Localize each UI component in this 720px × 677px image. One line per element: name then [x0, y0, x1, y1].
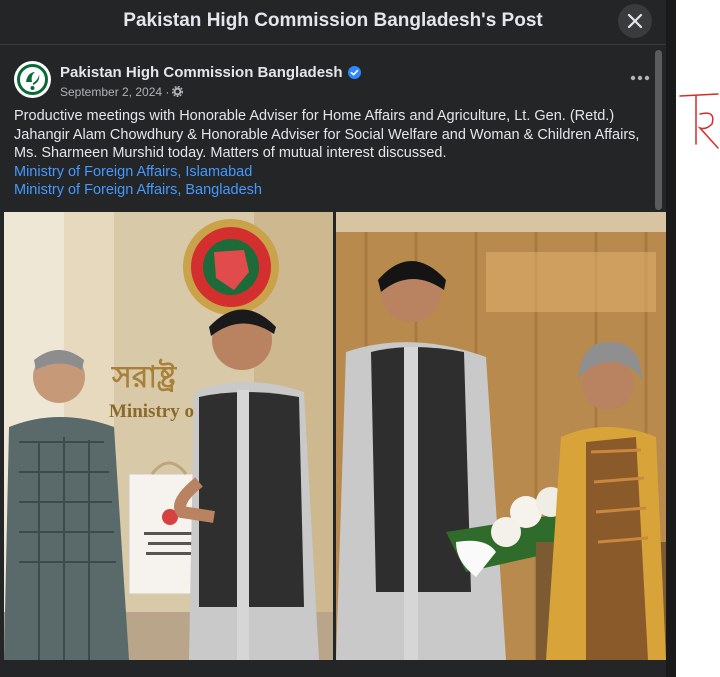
page-name[interactable]: Pakistan High Commission Bangladesh: [60, 64, 361, 81]
more-dots-icon: [630, 75, 650, 81]
post-date-text[interactable]: September 2, 2024 ·: [60, 85, 169, 99]
page-name-text[interactable]: Pakistan High Commission Bangladesh: [60, 64, 343, 81]
post-body-text: Productive meetings with Honorable Advis…: [14, 108, 640, 161]
post-header: Pakistan High Commission Bangladesh Sept…: [14, 58, 654, 102]
link-mofa-islamabad[interactable]: Ministry of Foreign Affairs, Islamabad: [14, 163, 660, 182]
post-modal: Pakistan High Commission Bangladesh's Po…: [0, 0, 666, 677]
settings-icon: [172, 86, 184, 97]
svg-text:সরাষ্ট্র: সরাষ্ট্র: [111, 358, 178, 395]
photo-2-illustration: [336, 212, 666, 660]
link-mofa-bangladesh[interactable]: Ministry of Foreign Affairs, Bangladesh: [14, 181, 660, 200]
close-icon: [627, 13, 643, 29]
more-options-button[interactable]: [628, 70, 652, 90]
wall-sign-text: Ministry of: [109, 401, 201, 422]
window-edge: [666, 0, 676, 677]
post-photo-1[interactable]: সরাষ্ট্র Ministry of: [4, 212, 333, 660]
modal-bottom: [0, 660, 666, 677]
photo-1-illustration: সরাষ্ট্র Ministry of: [4, 212, 333, 660]
modal-title: Pakistan High Commission Bangladesh's Po…: [123, 10, 543, 31]
handwritten-annotation-mark: [679, 93, 719, 149]
page-avatar[interactable]: [14, 61, 51, 98]
modal-header: Pakistan High Commission Bangladesh's Po…: [0, 0, 666, 45]
close-button[interactable]: [618, 4, 652, 38]
emblem-icon: [14, 61, 51, 98]
post-date[interactable]: September 2, 2024 ·: [60, 85, 184, 99]
post-text: Productive meetings with Honorable Advis…: [14, 107, 660, 200]
post-photo-2[interactable]: [336, 212, 666, 660]
verified-badge-icon: [347, 66, 361, 79]
